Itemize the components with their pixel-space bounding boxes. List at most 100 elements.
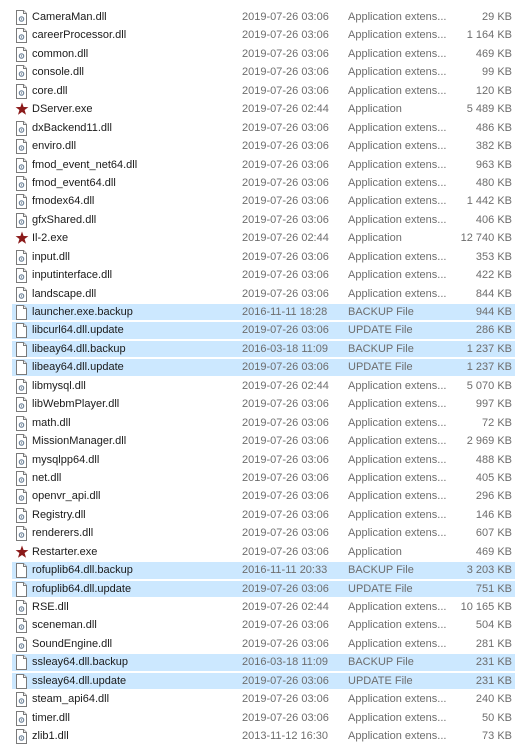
file-name: timer.dll bbox=[32, 711, 70, 724]
file-row[interactable]: libeay64.dll.backup 2016-03-18 11:09 BAC… bbox=[0, 340, 525, 358]
file-name: launcher.exe.backup bbox=[32, 306, 133, 318]
file-row[interactable]: Restarter.exe 2019-07-26 03:06 Applicati… bbox=[0, 543, 525, 561]
file-date-modified: 2019-07-26 03:06 bbox=[242, 471, 329, 484]
blank-file-icon bbox=[15, 340, 29, 358]
file-name: rofuplib64.dll.update bbox=[32, 582, 132, 595]
file-size: 5 070 KB bbox=[466, 379, 512, 392]
file-name: enviro.dll bbox=[32, 140, 77, 153]
file-date-modified: 2019-07-26 02:44 bbox=[242, 103, 329, 116]
file-row[interactable]: math.dll 2019-07-26 03:06 Application ex… bbox=[0, 414, 525, 432]
file-name: math.dll bbox=[32, 416, 71, 429]
file-name: rofuplib64.dll.backup bbox=[32, 564, 133, 577]
file-row[interactable]: MissionManager.dll 2019-07-26 03:06 Appl… bbox=[0, 432, 525, 450]
file-row[interactable]: launcher.exe.backup 2016-11-11 18:28 BAC… bbox=[0, 303, 525, 321]
file-row[interactable]: careerProcessor.dll 2019-07-26 03:06 App… bbox=[0, 26, 525, 44]
file-row[interactable]: CameraMan.dll 2019-07-26 03:06 Applicati… bbox=[0, 8, 525, 26]
file-date-modified: 2019-07-26 03:06 bbox=[242, 545, 329, 558]
file-name: openvr_api.dll bbox=[32, 490, 101, 503]
file-size: 844 KB bbox=[475, 287, 512, 300]
file-row[interactable]: rofuplib64.dll.backup 2016-11-11 20:33 B… bbox=[0, 561, 525, 579]
dll-file-icon bbox=[15, 63, 29, 81]
file-date-modified: 2016-11-11 20:33 bbox=[242, 564, 328, 577]
file-name: RSE.dll bbox=[32, 601, 69, 613]
file-date-modified: 2019-07-26 02:44 bbox=[242, 232, 329, 245]
file-size: 963 KB bbox=[475, 158, 512, 171]
blank-file-icon bbox=[15, 358, 29, 376]
file-row[interactable]: mysqlpp64.dll 2019-07-26 03:06 Applicati… bbox=[0, 451, 525, 469]
dll-file-icon bbox=[15, 174, 29, 192]
file-row[interactable]: sceneman.dll 2019-07-26 03:06 Applicatio… bbox=[0, 616, 525, 634]
file-row[interactable]: enviro.dll 2019-07-26 03:06 Application … bbox=[0, 137, 525, 155]
file-date-modified: 2019-07-26 03:06 bbox=[242, 508, 329, 521]
file-date-modified: 2019-07-26 03:06 bbox=[242, 287, 329, 300]
file-date-modified: 2019-07-26 03:06 bbox=[242, 213, 329, 226]
blank-file-icon bbox=[15, 561, 29, 579]
file-size: 422 KB bbox=[475, 269, 512, 282]
file-row[interactable]: Registry.dll 2019-07-26 03:06 Applicatio… bbox=[0, 506, 525, 524]
file-row[interactable]: steam_api64.dll 2019-07-26 03:06 Applica… bbox=[0, 690, 525, 708]
file-name: zlib1.dll bbox=[32, 730, 69, 743]
file-row[interactable]: dxBackend11.dll 2019-07-26 03:06 Applica… bbox=[0, 119, 525, 137]
file-name: careerProcessor.dll bbox=[32, 29, 127, 42]
file-row[interactable]: fmod_event64.dll 2019-07-26 03:06 Applic… bbox=[0, 174, 525, 192]
dll-file-icon bbox=[15, 451, 29, 469]
file-row[interactable]: console.dll 2019-07-26 03:06 Application… bbox=[0, 63, 525, 81]
file-row[interactable]: net.dll 2019-07-26 03:06 Application ext… bbox=[0, 469, 525, 487]
file-date-modified: 2019-07-26 03:06 bbox=[242, 637, 329, 650]
file-row[interactable]: ssleay64.dll.update 2019-07-26 03:06 UPD… bbox=[0, 672, 525, 690]
file-name: core.dll bbox=[32, 84, 68, 97]
file-row[interactable]: openvr_api.dll 2019-07-26 03:06 Applicat… bbox=[0, 487, 525, 505]
file-date-modified: 2019-07-26 03:06 bbox=[242, 619, 329, 632]
file-name: steam_api64.dll bbox=[32, 693, 110, 706]
file-date-modified: 2019-07-26 03:06 bbox=[242, 527, 329, 540]
file-size: 469 KB bbox=[475, 545, 512, 558]
file-date-modified: 2019-07-26 03:06 bbox=[242, 121, 329, 134]
file-row[interactable]: RSE.dll 2019-07-26 02:44 Application ext… bbox=[0, 598, 525, 616]
file-date-modified: 2019-07-26 03:06 bbox=[242, 158, 329, 171]
file-row[interactable]: common.dll 2019-07-26 03:06 Application … bbox=[0, 45, 525, 63]
file-name: libeay64.dll.backup bbox=[32, 342, 126, 355]
file-name: input.dll bbox=[32, 250, 70, 263]
file-size: 120 KB bbox=[475, 84, 512, 97]
file-size: 3 203 KB bbox=[466, 564, 512, 577]
dll-file-icon bbox=[15, 156, 29, 174]
file-row[interactable]: SoundEngine.dll 2019-07-26 03:06 Applica… bbox=[0, 635, 525, 653]
file-date-modified: 2019-07-26 03:06 bbox=[242, 398, 329, 411]
file-date-modified: 2019-07-26 03:06 bbox=[242, 11, 329, 23]
file-row[interactable]: input.dll 2019-07-26 03:06 Application e… bbox=[0, 248, 525, 266]
dll-file-icon bbox=[15, 414, 29, 432]
file-row[interactable]: fmodex64.dll 2019-07-26 03:06 Applicatio… bbox=[0, 192, 525, 210]
file-name: landscape.dll bbox=[32, 287, 97, 300]
file-name: CameraMan.dll bbox=[32, 11, 107, 23]
file-row[interactable]: ssleay64.dll.backup 2016-03-18 11:09 BAC… bbox=[0, 653, 525, 672]
file-size: 1 442 KB bbox=[466, 195, 512, 208]
file-name: Restarter.exe bbox=[32, 545, 98, 558]
file-row[interactable]: libcurl64.dll.update 2019-07-26 03:06 UP… bbox=[0, 321, 525, 340]
file-row[interactable]: renderers.dll 2019-07-26 03:06 Applicati… bbox=[0, 524, 525, 542]
file-name: libWebmPlayer.dll bbox=[32, 398, 120, 411]
file-date-modified: 2016-03-18 11:09 bbox=[242, 342, 329, 355]
file-size: 406 KB bbox=[475, 213, 512, 226]
file-row[interactable]: zlib1.dll 2013-11-12 16:30 Application e… bbox=[0, 727, 525, 745]
file-date-modified: 2019-07-26 03:06 bbox=[242, 84, 329, 97]
file-row[interactable]: timer.dll 2019-07-26 03:06 Application e… bbox=[0, 709, 525, 727]
blank-file-icon bbox=[15, 580, 29, 598]
file-size: 944 KB bbox=[475, 306, 512, 318]
file-size: 469 KB bbox=[475, 47, 512, 60]
file-row[interactable]: fmod_event_net64.dll 2019-07-26 03:06 Ap… bbox=[0, 156, 525, 174]
file-row[interactable]: libWebmPlayer.dll 2019-07-26 03:06 Appli… bbox=[0, 395, 525, 413]
file-row[interactable]: Il-2.exe 2019-07-26 02:44 Application 12… bbox=[0, 229, 525, 247]
file-row[interactable]: rofuplib64.dll.update 2019-07-26 03:06 U… bbox=[0, 580, 525, 598]
file-date-modified: 2019-07-26 03:06 bbox=[242, 674, 329, 687]
file-row[interactable]: landscape.dll 2019-07-26 03:06 Applicati… bbox=[0, 285, 525, 303]
file-size: 146 KB bbox=[475, 508, 512, 521]
file-row[interactable]: libeay64.dll.update 2019-07-26 03:06 UPD… bbox=[0, 358, 525, 377]
file-row[interactable]: libmysql.dll 2019-07-26 02:44 Applicatio… bbox=[0, 377, 525, 395]
file-row[interactable]: gfxShared.dll 2019-07-26 03:06 Applicati… bbox=[0, 211, 525, 229]
file-name: renderers.dll bbox=[32, 527, 94, 540]
dll-file-icon bbox=[15, 432, 29, 450]
file-row[interactable]: DServer.exe 2019-07-26 02:44 Application… bbox=[0, 100, 525, 118]
file-row[interactable]: core.dll 2019-07-26 03:06 Application ex… bbox=[0, 82, 525, 100]
file-list: CameraMan.dll 2019-07-26 03:06 Applicati… bbox=[0, 0, 525, 746]
file-row[interactable]: inputinterface.dll 2019-07-26 03:06 Appl… bbox=[0, 266, 525, 284]
